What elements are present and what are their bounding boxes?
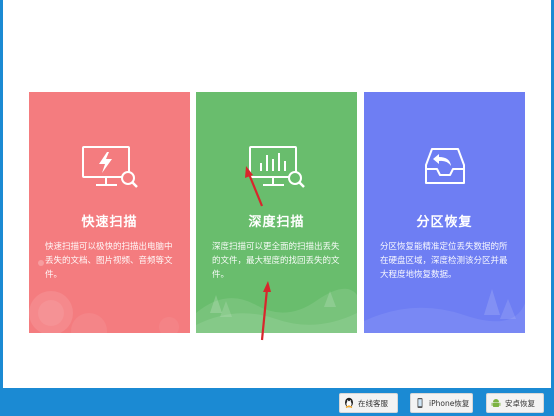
iphone-restore-label: iPhone恢复	[429, 398, 470, 408]
deep-scan-card[interactable]: 深度扫描 深度扫描可以更全面的扫描出丢失的文件，最大程度的找回丢失的文件。	[196, 92, 357, 333]
android-icon	[491, 399, 501, 407]
tray-restore-arrow-icon	[424, 148, 465, 184]
partition-restore-description: 分区恢复能精准定位丢失数据的所在硬盘区域，深度检测该分区并最大程度地恢复数据。	[380, 242, 508, 280]
quick-scan-card[interactable]: 快速扫描 快速扫描可以极快的扫描出电脑中丢失的文档、图片视频、音频等文件。	[29, 92, 190, 333]
baidu-watermark: Baidu	[425, 367, 476, 387]
online-service-button[interactable]: 在线客服	[339, 393, 398, 413]
partition-restore-card[interactable]: 分区恢复 分区恢复能精准定位丢失数据的所在硬盘区域，深度检测该分区并最大程度地恢…	[364, 92, 525, 333]
partition-restore-title: 分区恢复	[416, 215, 473, 230]
monitor-lightning-search-icon	[81, 146, 138, 188]
android-restore-label: 安卓恢复	[505, 398, 535, 408]
deep-scan-title: 深度扫描	[248, 215, 305, 230]
iphone-restore-button[interactable]: iPhone恢复	[410, 393, 473, 413]
android-restore-button[interactable]: 安卓恢复	[486, 393, 544, 413]
iphone-icon	[417, 398, 423, 408]
quick-scan-title: 快速扫描	[81, 215, 138, 230]
monitor-chart-search-icon	[248, 146, 305, 188]
window-edge-left	[0, 0, 3, 388]
online-service-label: 在线客服	[358, 398, 388, 408]
qq-penguin-icon	[345, 397, 353, 409]
baidu-watermark-sub: 经验	[491, 374, 516, 388]
quick-scan-description: 快速扫描可以极快的扫描出电脑中丢失的文档、图片视频、音频等文件。	[45, 242, 173, 280]
deep-scan-description: 深度扫描可以更全面的扫描出丢失的文件，最大程度的找回丢失的文件。	[212, 242, 340, 280]
footer-bar: 在线客服 iPhone恢复 安卓恢复	[0, 388, 554, 416]
